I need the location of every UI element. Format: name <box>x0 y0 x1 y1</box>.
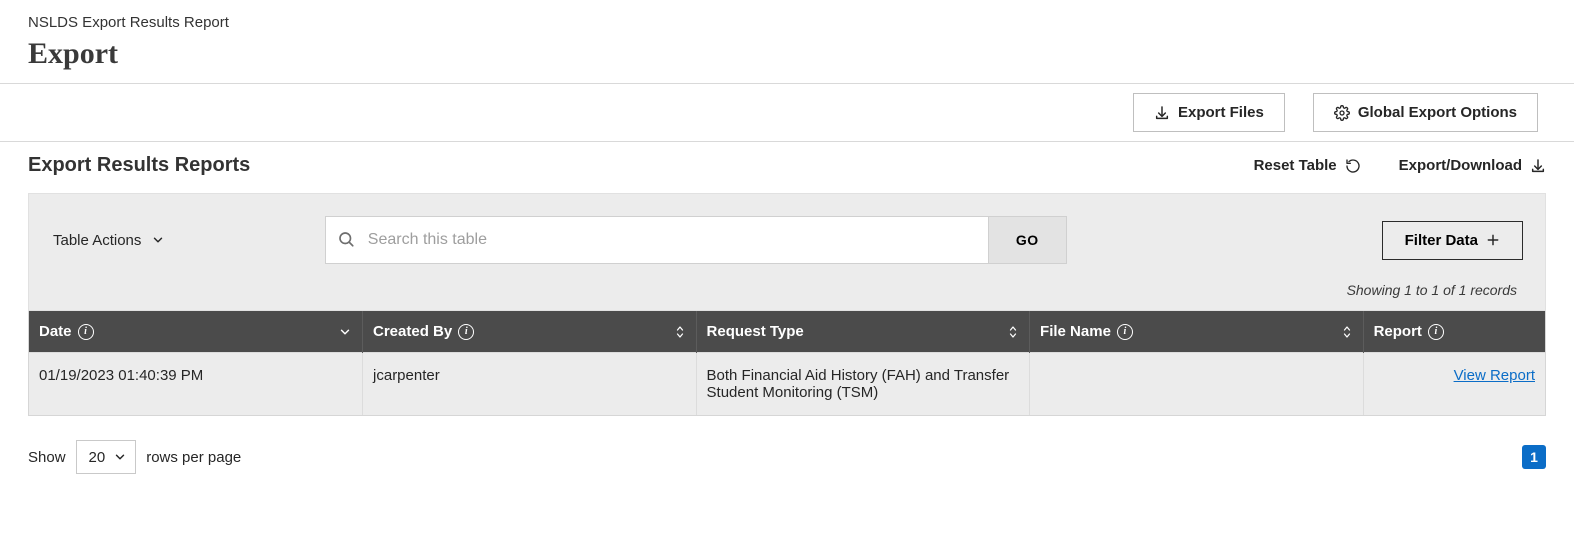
search-input[interactable] <box>325 216 989 264</box>
table-controls: Table Actions GO Filter Data <box>28 193 1546 311</box>
results-table: Date i Created By i <box>29 311 1545 415</box>
table-actions-dropdown[interactable]: Table Actions <box>51 226 167 255</box>
section-title: Export Results Reports <box>28 154 1216 177</box>
info-icon: i <box>78 324 94 340</box>
cell-request-type: Both Financial Aid History (FAH) and Tra… <box>696 353 1030 416</box>
col-header-created-by-label: Created By <box>373 323 452 340</box>
export-files-label: Export Files <box>1178 104 1264 121</box>
export-files-button[interactable]: Export Files <box>1133 93 1285 132</box>
gear-icon <box>1334 105 1350 121</box>
info-icon: i <box>1117 324 1133 340</box>
filter-data-button[interactable]: Filter Data <box>1382 221 1523 260</box>
col-header-file-name-label: File Name <box>1040 323 1111 340</box>
col-header-created-by[interactable]: Created By i <box>363 311 697 353</box>
download-icon <box>1154 105 1170 121</box>
download-icon <box>1530 158 1546 174</box>
plus-icon <box>1486 233 1500 247</box>
export-download-label: Export/Download <box>1399 157 1522 174</box>
chevron-down-icon <box>151 233 165 247</box>
chevron-down-icon <box>113 450 127 464</box>
col-header-date-label: Date <box>39 323 72 340</box>
show-label: Show <box>28 449 66 466</box>
info-icon: i <box>458 324 474 340</box>
view-report-link[interactable]: View Report <box>1454 367 1535 384</box>
top-toolbar: Export Files Global Export Options <box>0 84 1574 142</box>
col-header-file-name[interactable]: File Name i <box>1030 311 1364 353</box>
breadcrumb: NSLDS Export Results Report <box>28 14 1546 31</box>
filter-data-label: Filter Data <box>1405 232 1478 249</box>
sort-icon <box>1007 324 1019 340</box>
export-download-button[interactable]: Export/Download <box>1399 157 1546 174</box>
reset-icon <box>1345 158 1361 174</box>
page-size-select[interactable]: 20 <box>76 440 137 474</box>
table-actions-label: Table Actions <box>53 232 141 249</box>
cell-created-by: jcarpenter <box>363 353 697 416</box>
col-header-request-type-label: Request Type <box>707 323 804 340</box>
cell-report: View Report <box>1363 353 1545 416</box>
rows-per-page-label: rows per page <box>146 449 241 466</box>
cell-date: 01/19/2023 01:40:39 PM <box>29 353 363 416</box>
global-export-options-label: Global Export Options <box>1358 104 1517 121</box>
page-number-current[interactable]: 1 <box>1522 445 1546 469</box>
search-icon <box>337 230 355 248</box>
sort-icon <box>674 324 686 340</box>
reset-table-label: Reset Table <box>1254 157 1337 174</box>
col-header-report-label: Report <box>1374 323 1422 340</box>
col-header-date[interactable]: Date i <box>29 311 363 353</box>
col-header-report: Report i <box>1363 311 1545 353</box>
records-count: Showing 1 to 1 of 1 records <box>51 282 1523 298</box>
page-size-value: 20 <box>89 449 106 466</box>
go-button[interactable]: GO <box>989 216 1067 264</box>
global-export-options-button[interactable]: Global Export Options <box>1313 93 1538 132</box>
page-title: Export <box>28 37 1546 71</box>
sort-icon <box>1341 324 1353 340</box>
reset-table-button[interactable]: Reset Table <box>1254 157 1361 174</box>
table-row: 01/19/2023 01:40:39 PM jcarpenter Both F… <box>29 353 1545 416</box>
col-header-request-type[interactable]: Request Type <box>696 311 1030 353</box>
cell-file-name <box>1030 353 1364 416</box>
info-icon: i <box>1428 324 1444 340</box>
chevron-down-icon <box>338 325 352 339</box>
